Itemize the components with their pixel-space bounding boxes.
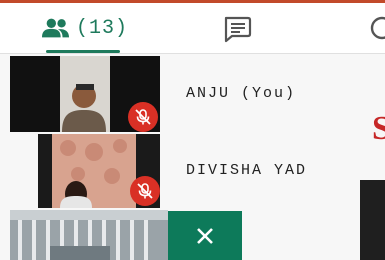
participants-count: (13) — [75, 16, 128, 40]
chat-icon — [224, 16, 252, 43]
tab-activities[interactable] — [368, 13, 385, 43]
participant-name: ANJU (You) — [186, 85, 297, 102]
mic-off-icon — [128, 102, 158, 132]
people-icon — [42, 18, 70, 38]
participant-video — [10, 210, 168, 260]
mic-off-icon — [130, 176, 160, 206]
activities-icon — [370, 16, 385, 40]
tab-participants[interactable]: (13) — [42, 11, 128, 45]
active-tab-indicator — [46, 50, 120, 53]
tab-chat[interactable] — [222, 15, 252, 43]
close-icon — [197, 227, 213, 244]
close-button[interactable] — [168, 211, 242, 260]
participant-video-tile[interactable] — [10, 210, 168, 260]
background-slide-text: S — [372, 110, 385, 147]
background-video-tile — [360, 180, 385, 260]
tab-bar: (13) — [0, 3, 385, 54]
participant-name: DIVISHA YAD — [186, 162, 308, 179]
